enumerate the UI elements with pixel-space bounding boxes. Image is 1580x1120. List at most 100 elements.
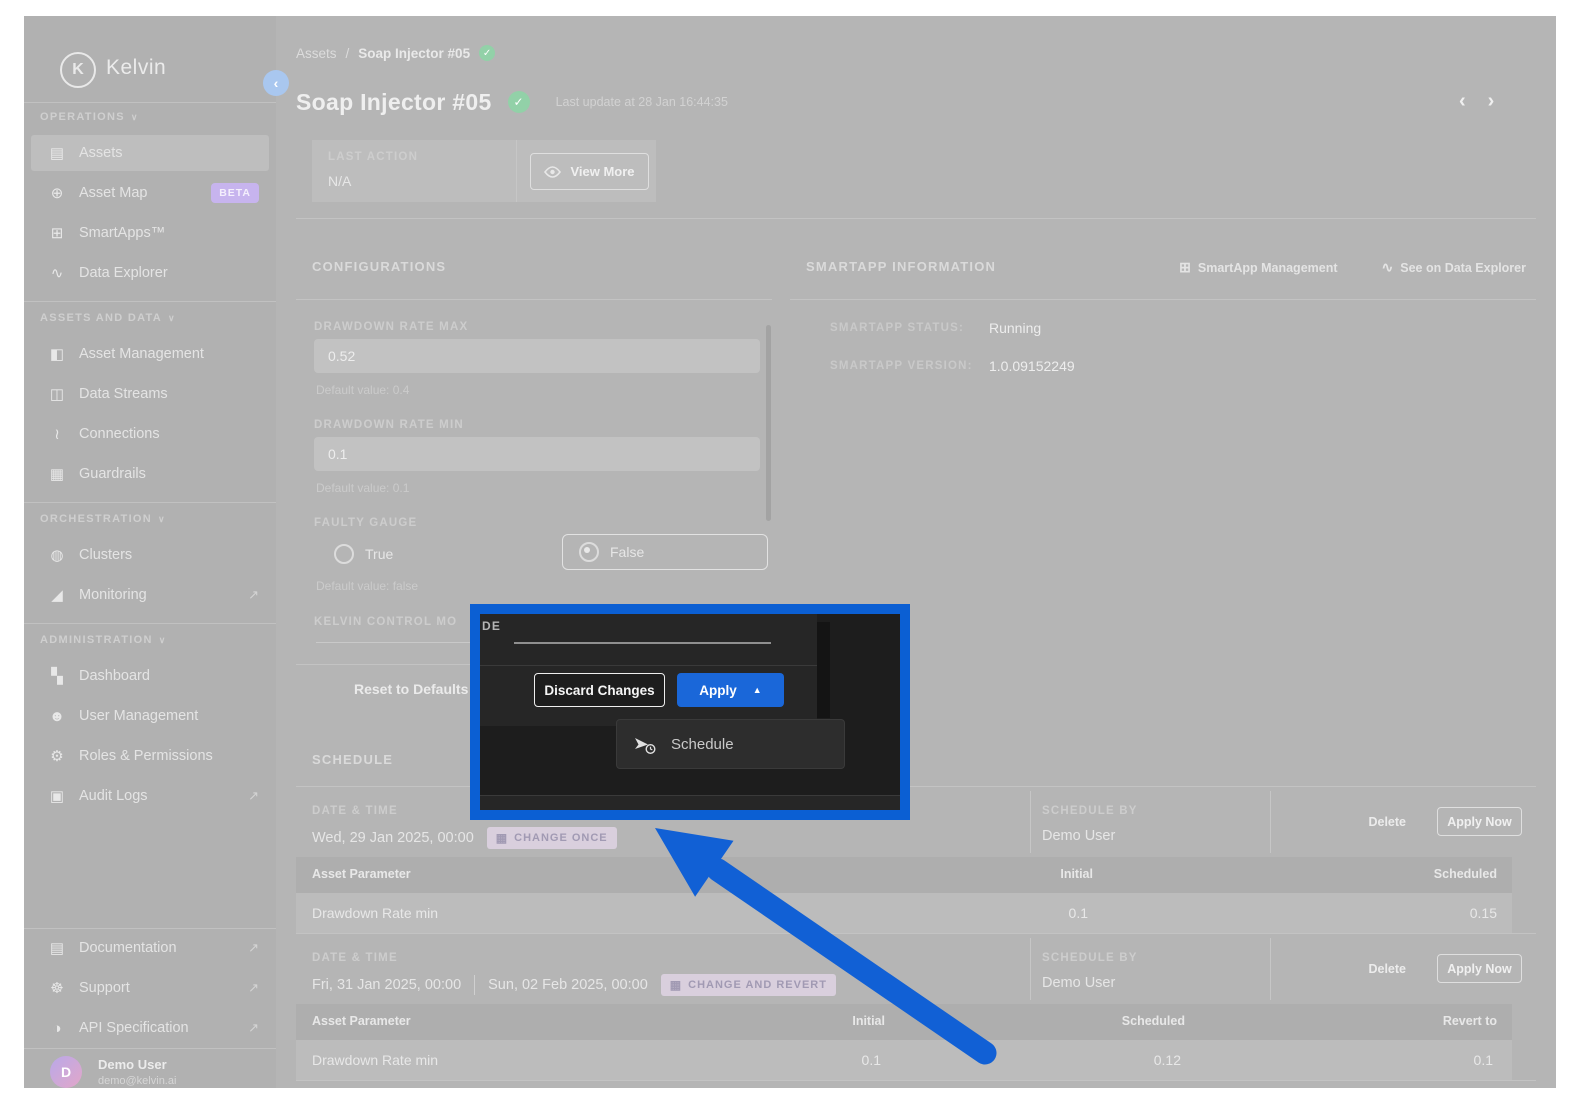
divider (1270, 938, 1271, 1000)
discard-changes-button[interactable]: Discard Changes (534, 673, 665, 707)
sidebar-item-asset-management[interactable]: ◧ Asset Management (31, 336, 269, 372)
last-update-text: Last update at 28 Jan 16:44:35 (556, 95, 728, 109)
pulse-icon: ∿ (48, 264, 66, 282)
faulty-gauge-option-false[interactable]: False (562, 534, 768, 570)
document-icon: ▤ (48, 939, 66, 957)
sidebar-divider (24, 102, 276, 103)
kelvin-app-window: K Kelvin OPERATIONS∨ ▤ Assets ⊕ Asset Ma… (24, 16, 1556, 1088)
view-more-button[interactable]: View More (530, 153, 649, 190)
sidebar-item-clusters[interactable]: ◍ Clusters (31, 537, 269, 573)
guardrails-icon: ▦ (48, 465, 66, 483)
sidebar-collapse-button[interactable]: ‹ (263, 70, 289, 96)
breadcrumb-assets[interactable]: Assets (296, 46, 337, 61)
faulty-gauge-label: FAULTY GAUGE (314, 517, 417, 529)
chevron-down-icon: ∨ (159, 635, 167, 645)
sidebar-divider (24, 1048, 276, 1049)
smartapp-version-value: 1.0.09152249 (989, 358, 1075, 374)
sidebar-item-assets[interactable]: ▤ Assets (31, 135, 269, 171)
chevron-down-icon: ∨ (168, 313, 176, 323)
chevron-left-icon: ‹ (274, 75, 279, 91)
sidebar-item-connections[interactable]: ≀ Connections (31, 416, 269, 452)
beta-badge: BETA (211, 183, 259, 203)
breadcrumb-current[interactable]: Soap Injector #05 (358, 46, 470, 61)
kelvin-control-mode-label-fragment: DE (482, 619, 501, 633)
sidebar-item-data-streams[interactable]: ◫ Data Streams (31, 376, 269, 412)
schedule-title: SCHEDULE (312, 752, 393, 767)
smartapp-status-label: SMARTAPP STATUS: (830, 322, 964, 334)
lifebuoy-icon: ☸ (48, 979, 66, 997)
smartapp-links: ⊞SmartApp Management ∿See on Data Explor… (1179, 259, 1526, 276)
kelvin-control-mode-underline (514, 642, 771, 644)
faulty-gauge-option-true[interactable]: True (334, 536, 393, 572)
breadcrumb-separator: / (346, 46, 350, 61)
apply-menu-item-schedule[interactable]: Schedule (616, 719, 845, 769)
apply-now-button[interactable]: Apply Now (1437, 807, 1522, 836)
smartapp-management-link[interactable]: ⊞SmartApp Management (1179, 259, 1337, 276)
external-link-icon: ↗ (248, 940, 259, 956)
apply-now-button[interactable]: Apply Now (1437, 954, 1522, 983)
kelvin-logo-letter: K (72, 61, 84, 79)
scheduled-date: Wed, 29 Jan 2025, 00:00 (312, 830, 474, 846)
cell-initial: 0.1 (862, 1052, 881, 1068)
schedule-by-value: Demo User (1042, 975, 1115, 991)
radio-selected-icon (579, 542, 599, 562)
schedule-by-label: SCHEDULE BY (1042, 952, 1138, 964)
sidebar-item-asset-map[interactable]: ⊕ Asset Map BETA (31, 175, 269, 211)
delete-button[interactable]: Delete (1368, 962, 1406, 976)
globe-icon: ⊕ (48, 184, 66, 202)
scheduled-date-revert: Sun, 02 Feb 2025, 00:00 (488, 977, 648, 993)
schedule-entry-2: DATE & TIME Fri, 31 Jan 2025, 00:00 Sun,… (296, 934, 1536, 1004)
users-icon: ☻ (48, 708, 66, 725)
sidebar-section-orchestration[interactable]: ORCHESTRATION∨ (40, 513, 166, 525)
sidebar-divider (24, 623, 276, 624)
divider (516, 140, 517, 202)
divider (480, 665, 817, 666)
calendar-icon: ▦ (670, 978, 682, 992)
change-and-revert-badge: ▦CHANGE AND REVERT (661, 974, 836, 996)
panel-scrollbar[interactable] (766, 325, 771, 521)
apply-button[interactable]: Apply ▲ (677, 673, 784, 707)
sidebar-divider (24, 502, 276, 503)
cell-scheduled: 0.12 (1154, 1052, 1181, 1068)
sidebar-item-support[interactable]: ☸ Support ↗ (31, 970, 269, 1006)
sidebar-item-monitoring[interactable]: ◢ Monitoring ↗ (31, 577, 269, 613)
sidebar-item-user-management[interactable]: ☻ User Management (31, 698, 269, 734)
prev-asset-button[interactable]: ‹ (1459, 90, 1466, 113)
sidebar-item-dashboard[interactable]: ▚ Dashboard (31, 658, 269, 694)
breadcrumb: Assets / Soap Injector #05 ✓ (296, 42, 1536, 64)
caret-up-icon: ▲ (753, 685, 762, 695)
divider (296, 218, 1536, 219)
api-icon: ◑ (48, 1020, 66, 1037)
sidebar-item-documentation[interactable]: ▤ Documentation ↗ (31, 930, 269, 966)
divider (296, 1080, 1536, 1081)
delete-button[interactable]: Delete (1368, 815, 1406, 829)
drawdown-rate-min-input[interactable]: 0.1 (314, 437, 760, 471)
user-profile[interactable]: D Demo User demo@kelvin.ai (24, 1056, 276, 1088)
schedule-table-row: Drawdown Rate min 0.1 0.12 0.1 (296, 1040, 1512, 1080)
sidebar-item-data-explorer[interactable]: ∿ Data Explorer (31, 255, 269, 291)
sidebar-section-operations[interactable]: OPERATIONS∨ (40, 111, 139, 123)
sidebar-item-api-specification[interactable]: ◑ API Specification ↗ (31, 1010, 269, 1046)
external-link-icon: ↗ (248, 1020, 259, 1036)
sidebar-item-smartapps[interactable]: ⊞ SmartApps™ (31, 215, 269, 251)
eye-icon (544, 166, 561, 178)
see-on-data-explorer-link[interactable]: ∿See on Data Explorer (1382, 259, 1526, 276)
sidebar-item-audit-logs[interactable]: ▣ Audit Logs ↗ (31, 778, 269, 814)
divider (1270, 791, 1271, 853)
divider (474, 975, 475, 995)
cell-initial: 0.1 (1069, 905, 1088, 921)
sidebar-section-assets-and-data[interactable]: ASSETS AND DATA∨ (40, 312, 176, 324)
panel-fragment (480, 796, 900, 810)
col-revert-to: Revert to (1443, 1014, 1497, 1028)
sidebar-item-roles-permissions[interactable]: ⚙ Roles & Permissions (31, 738, 269, 774)
drawdown-rate-max-input[interactable]: 0.52 (314, 339, 760, 373)
reset-to-defaults-button[interactable]: Reset to Defaults (354, 681, 468, 697)
user-email: demo@kelvin.ai (98, 1075, 176, 1087)
next-asset-button[interactable]: › (1488, 90, 1495, 113)
sidebar-item-guardrails[interactable]: ▦ Guardrails (31, 456, 269, 492)
sidebar-section-administration[interactable]: ADMINISTRATION∨ (40, 634, 167, 646)
page-title: Soap Injector #05 (296, 89, 492, 116)
smartapp-status-value: Running (989, 320, 1041, 336)
kelvin-control-mode-label: KELVIN CONTROL MO (314, 616, 457, 628)
sidebar-divider (24, 301, 276, 302)
